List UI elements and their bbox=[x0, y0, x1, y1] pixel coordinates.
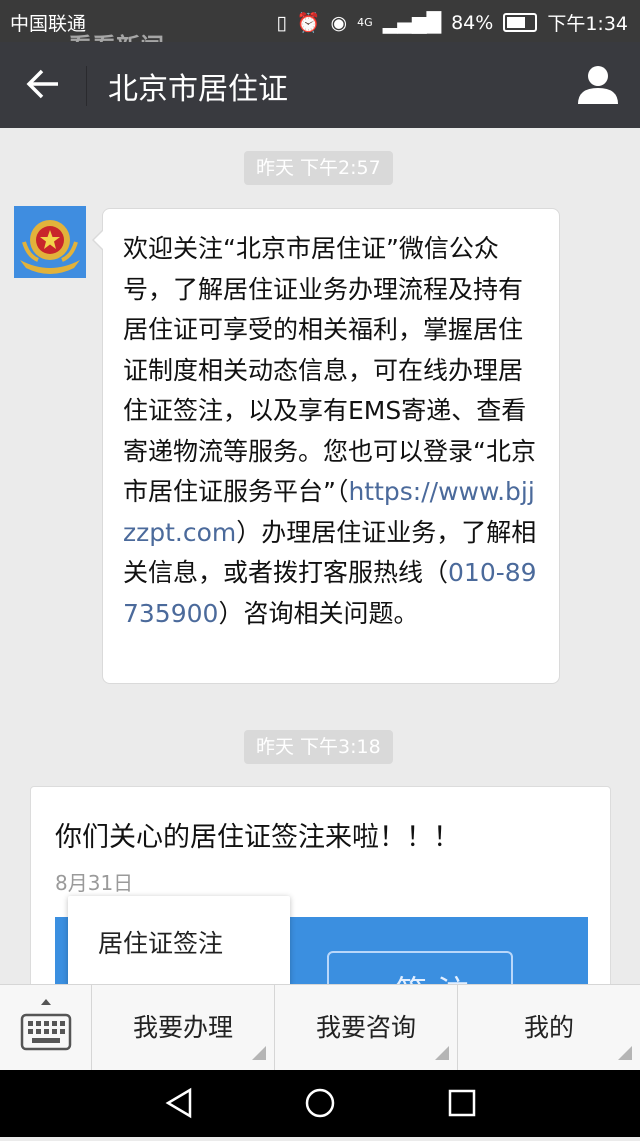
message-text-part: ）咨询相关问题。 bbox=[218, 598, 419, 628]
menu-item-consult[interactable]: 我要咨询 bbox=[275, 985, 458, 1070]
alarm-icon: ⏰ bbox=[296, 12, 321, 34]
police-emblem-icon bbox=[14, 206, 86, 278]
message-bubble[interactable]: 欢迎关注“北京市居住证”微信公众号，了解居住证业务办理流程及持有居住证可享受的相… bbox=[92, 208, 560, 684]
network-label: 4G bbox=[357, 16, 373, 29]
article-title: 你们关心的居住证签注来啦！！！ bbox=[55, 822, 460, 853]
submenu-indicator-icon bbox=[435, 1046, 449, 1060]
submenu-indicator-icon bbox=[252, 1046, 266, 1060]
submenu-item-residence-permit-endorsement[interactable]: 居住证签注 bbox=[98, 924, 223, 960]
keyboard-icon bbox=[20, 999, 72, 1051]
message-timestamp: 昨天 下午2:57 bbox=[244, 151, 393, 185]
menu-item-mine[interactable]: 我的 bbox=[458, 985, 640, 1070]
message-text-part: 欢迎关注“北京市居住证”微信公众号，了解居住证业务办理流程及持有居住证可享受的相… bbox=[123, 234, 536, 506]
profile-icon[interactable] bbox=[576, 62, 620, 106]
menu-item-label: 我要咨询 bbox=[315, 1013, 416, 1042]
vibrate-icon: ▯ bbox=[276, 11, 287, 34]
battery-icon bbox=[503, 13, 538, 32]
battery-percent: 84% bbox=[451, 11, 494, 34]
battery-fill bbox=[507, 17, 526, 28]
clock: 下午1:34 bbox=[547, 13, 628, 35]
submenu-indicator-icon bbox=[618, 1046, 632, 1060]
back-arrow-icon[interactable] bbox=[22, 60, 66, 108]
system-nav-bar bbox=[0, 1070, 640, 1137]
nav-recents-icon[interactable] bbox=[448, 1089, 476, 1117]
message-timestamp: 昨天 下午3:18 bbox=[244, 730, 393, 764]
menu-item-apply[interactable]: 我要办理 bbox=[92, 985, 275, 1070]
title-divider bbox=[86, 66, 87, 106]
message-text: 欢迎关注“北京市居住证”微信公众号，了解居住证业务办理流程及持有居住证可享受的相… bbox=[123, 229, 543, 634]
title-bar: 北京市居住证 bbox=[0, 42, 640, 128]
menu-item-label: 我的 bbox=[523, 1013, 574, 1042]
menu-item-label: 我要办理 bbox=[132, 1013, 233, 1042]
keyboard-toggle-button[interactable] bbox=[0, 985, 92, 1070]
avatar[interactable] bbox=[14, 206, 86, 278]
bottom-menu-bar: 我要办理 我要咨询 我的 bbox=[0, 984, 640, 1070]
page-title: 北京市居住证 bbox=[108, 72, 288, 107]
eye-icon: ◉ bbox=[330, 11, 348, 34]
submenu-popup: 居住证签注 bbox=[68, 896, 290, 986]
article-date: 8月31日 bbox=[55, 871, 134, 895]
status-icons: ▯ ⏰ ◉ 4G ▂▄▆█ 84% 下午1:34 bbox=[276, 9, 628, 36]
nav-back-icon[interactable] bbox=[165, 1087, 192, 1119]
signal-icon: ▂▄▆█ bbox=[382, 11, 442, 34]
nav-home-icon[interactable] bbox=[305, 1088, 335, 1118]
status-bar: 中国联通 看看新闻 ▯ ⏰ ◉ 4G ▂▄▆█ 84% 下午1:34 bbox=[0, 0, 640, 61]
